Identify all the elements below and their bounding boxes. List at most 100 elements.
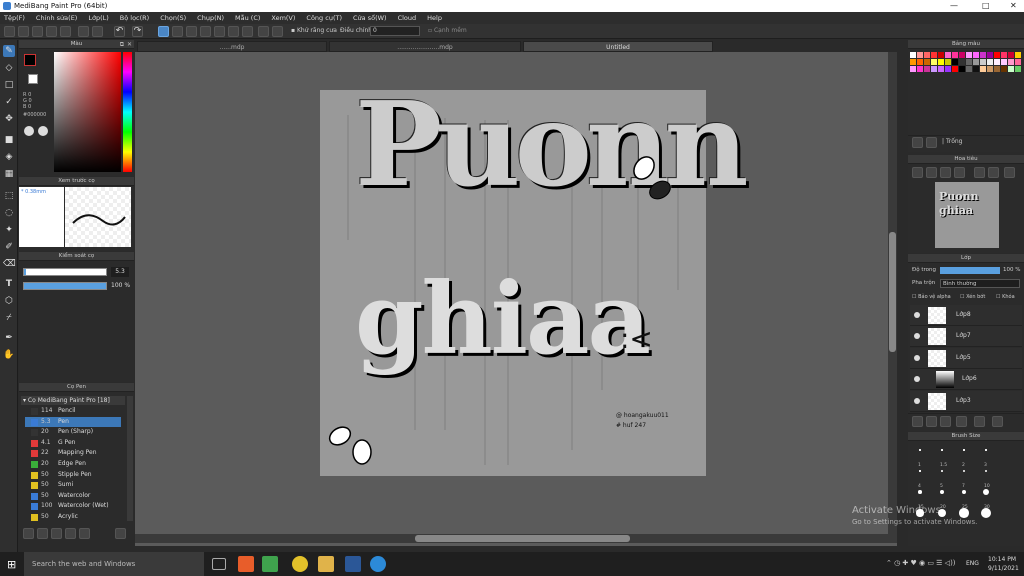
brush-size-dot[interactable] xyxy=(983,489,989,495)
gradient-tool-icon[interactable]: ▦ xyxy=(3,168,15,180)
palette-color-swatch[interactable] xyxy=(959,59,965,65)
eye-icon[interactable] xyxy=(914,333,920,340)
menu-tools[interactable]: Công cụ(T) xyxy=(306,12,342,24)
palette-color-swatch[interactable] xyxy=(980,66,986,72)
brush-settings-icon[interactable] xyxy=(79,528,90,539)
layer-row[interactable]: Lớp7 xyxy=(910,326,1022,348)
grid-icon[interactable] xyxy=(78,26,89,37)
palette-color-swatch[interactable] xyxy=(966,52,972,58)
select-check-icon[interactable]: ✓ xyxy=(3,96,15,108)
layer-row[interactable]: Lớp6 xyxy=(910,369,1022,391)
palette-color-swatch[interactable] xyxy=(924,59,930,65)
palette-color-swatch[interactable] xyxy=(952,59,958,65)
menu-edit[interactable]: Chỉnh sửa(E) xyxy=(36,12,77,24)
palette-color-swatch[interactable] xyxy=(959,66,965,72)
new-file-icon[interactable] xyxy=(18,26,29,37)
brush-item[interactable]: 50 Stipple Pen xyxy=(25,470,121,481)
select-pen-icon[interactable]: ✐ xyxy=(3,241,15,253)
fit-icon[interactable] xyxy=(940,167,951,178)
palette-color-swatch[interactable] xyxy=(945,59,951,65)
menu-layer[interactable]: Lớp(L) xyxy=(88,12,108,24)
brush-add-icon[interactable] xyxy=(23,528,34,539)
home-icon[interactable] xyxy=(4,26,15,37)
new-8bit-layer-icon[interactable] xyxy=(940,416,951,427)
palette-color-swatch[interactable] xyxy=(910,59,916,65)
palette-color-swatch[interactable] xyxy=(910,52,916,58)
chrome-icon[interactable] xyxy=(292,556,308,572)
magic-wand-icon[interactable]: ✦ xyxy=(3,224,15,236)
palette-color-swatch[interactable] xyxy=(945,52,951,58)
rect-select-icon[interactable]: ⬚ xyxy=(3,190,15,202)
palette-color-swatch[interactable] xyxy=(966,66,972,72)
brush-item[interactable]: 50 Watercolor xyxy=(25,491,121,502)
palette-color-swatch[interactable] xyxy=(1015,52,1021,58)
clock-time[interactable]: 10:14 PM xyxy=(988,556,1016,563)
cloud-icon[interactable] xyxy=(32,26,43,37)
brush-size-dot[interactable] xyxy=(961,489,967,495)
palette-color-swatch[interactable] xyxy=(910,66,916,72)
palette-color-swatch[interactable] xyxy=(945,66,951,72)
menu-select[interactable]: Chọn(S) xyxy=(160,12,186,24)
hue-slider[interactable] xyxy=(123,52,132,172)
palette-color-swatch[interactable] xyxy=(924,52,930,58)
ellipse-snap-icon[interactable] xyxy=(258,26,269,37)
palette-color-swatch[interactable] xyxy=(931,66,937,72)
select-eraser-icon[interactable]: ⌫ xyxy=(3,258,16,270)
brush-item[interactable]: 4.1 G Pen xyxy=(25,438,121,449)
brush-delete-icon[interactable] xyxy=(115,528,126,539)
tab-document-1[interactable]: ......mdp xyxy=(137,41,327,52)
move-tool-icon[interactable]: ✥ xyxy=(3,113,15,125)
chat-icon[interactable] xyxy=(46,26,57,37)
palette-color-swatch[interactable] xyxy=(1001,52,1007,58)
brush-size-dot[interactable] xyxy=(963,449,965,451)
saturation-value-picker[interactable] xyxy=(54,52,121,172)
brush-size-dot[interactable] xyxy=(962,469,966,473)
menu-filter[interactable]: Bộ lọc(R) xyxy=(120,12,149,24)
brush-item[interactable]: 5.3 Pen xyxy=(25,416,121,428)
palette-color-swatch[interactable] xyxy=(987,66,993,72)
brush-edit-icon[interactable] xyxy=(51,528,62,539)
palette-color-swatch[interactable] xyxy=(987,52,993,58)
palette-color-swatch[interactable] xyxy=(917,52,923,58)
task-view-icon[interactable] xyxy=(212,558,226,570)
menu-file[interactable]: Tệp(F) xyxy=(4,12,25,24)
lasso-select-icon[interactable]: ◌ xyxy=(3,207,15,219)
pen-draw-icon[interactable]: ✒ xyxy=(3,332,15,344)
palette-color-swatch[interactable] xyxy=(924,66,930,72)
palette-color-swatch[interactable] xyxy=(1008,52,1014,58)
eye-icon[interactable] xyxy=(914,376,920,383)
maximize-icon[interactable]: □ xyxy=(982,0,990,12)
clipping-checkbox[interactable]: ☐ Xén bớt xyxy=(960,294,985,300)
brush-size-dot[interactable] xyxy=(918,490,922,494)
canvas-area[interactable]: Puonn ghiaa :< @ hoangakuu011 # huf 247 xyxy=(135,52,897,546)
eraser-tool-icon[interactable]: ◇ xyxy=(3,62,15,74)
rotate-left-icon[interactable] xyxy=(974,167,985,178)
undo-icon[interactable]: ↶ xyxy=(114,26,125,37)
operation-tool-icon[interactable]: ⬡ xyxy=(3,295,15,307)
brush-item[interactable]: 20 Edge Pen xyxy=(25,459,121,470)
brush-size-dot[interactable] xyxy=(939,489,945,495)
palette-color-swatch[interactable] xyxy=(973,66,979,72)
eyedropper-icon[interactable]: ⌿ xyxy=(3,312,15,324)
eye-icon[interactable] xyxy=(914,354,920,361)
brush-copy-icon[interactable] xyxy=(37,528,48,539)
bg-color-swatch[interactable] xyxy=(28,74,38,84)
palette-color-swatch[interactable] xyxy=(931,59,937,65)
layer-opacity-slider[interactable] xyxy=(940,267,1000,274)
fg-color-swatch[interactable] xyxy=(24,54,36,66)
brush-item[interactable]: 100 Watercolor (Wet) xyxy=(25,501,121,512)
layer-row[interactable]: Lớp8 xyxy=(910,305,1022,326)
palette-color-swatch[interactable] xyxy=(1008,59,1014,65)
edge-soft-checkbox[interactable]: ▫ Cạnh mềm xyxy=(428,27,467,34)
palette-color-swatch[interactable] xyxy=(966,59,972,65)
app-shortcut-icon[interactable] xyxy=(262,556,278,572)
menu-view[interactable]: Xem(V) xyxy=(271,12,295,24)
eye-icon[interactable] xyxy=(914,397,920,404)
brush-size-dot[interactable] xyxy=(919,470,921,472)
brush-item[interactable]: 50 Acrylic xyxy=(25,512,121,523)
eye-icon[interactable] xyxy=(914,312,920,318)
layer-row[interactable]: Lớp3 xyxy=(910,390,1022,412)
merge-layer-icon[interactable] xyxy=(992,416,1003,427)
menu-help[interactable]: Help xyxy=(427,12,442,24)
redo-icon[interactable]: ↷ xyxy=(132,26,143,37)
